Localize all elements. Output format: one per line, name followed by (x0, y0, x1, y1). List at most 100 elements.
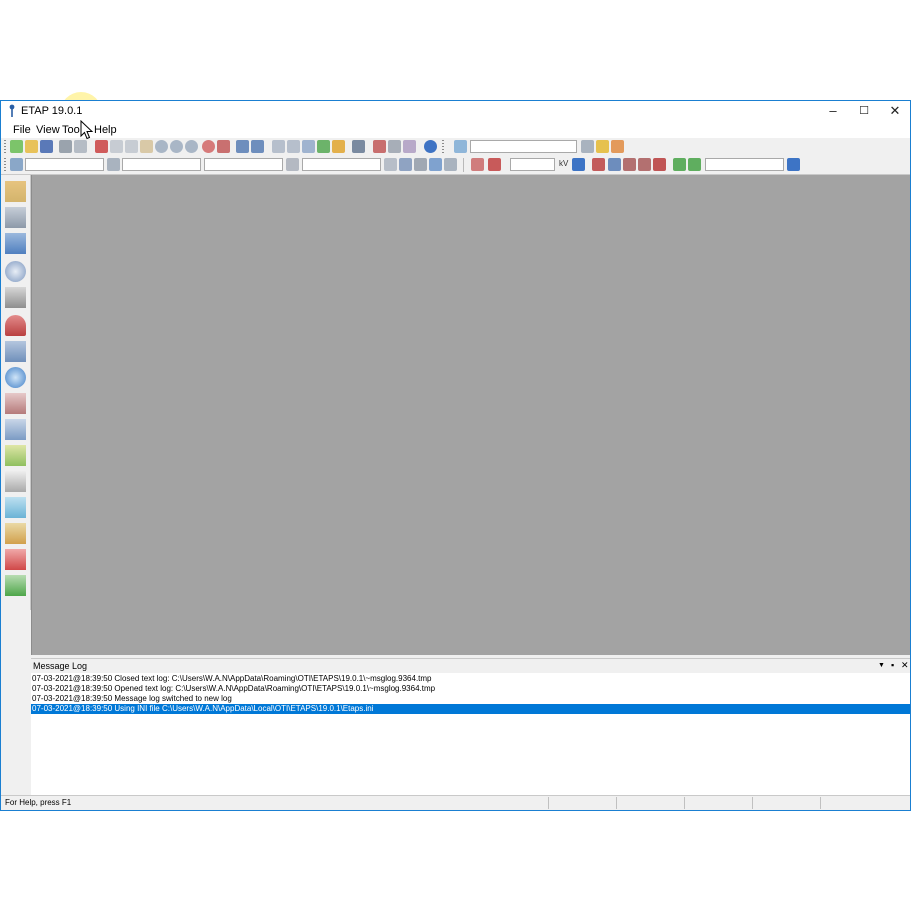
log-line-selected[interactable]: 07-03-2021@18:39:50 Using INI file C:\Us… (31, 704, 910, 714)
zoom-out-icon[interactable] (170, 140, 183, 153)
underground-raceway-icon[interactable] (5, 207, 26, 228)
cable-pulling-icon[interactable] (5, 233, 26, 254)
message-log-title: Message Log (33, 661, 88, 671)
minimize-button[interactable]: – (817, 101, 849, 121)
pin-icon[interactable] (653, 158, 666, 171)
toolbar-grip[interactable] (442, 140, 444, 154)
binoculars-icon[interactable] (403, 140, 416, 153)
green-run-icon[interactable] (673, 158, 686, 171)
link-icon[interactable] (352, 140, 365, 153)
tool-palette (1, 175, 31, 610)
output-report-icon[interactable] (444, 158, 457, 171)
grid-run-2-icon[interactable] (638, 158, 651, 171)
network-icon[interactable] (429, 158, 442, 171)
zoom-window-icon[interactable] (202, 140, 215, 153)
text-box-icon[interactable] (272, 140, 285, 153)
duplicate-icon[interactable] (384, 158, 397, 171)
log-line[interactable]: 07-03-2021@18:39:50 Message log switched… (31, 694, 910, 704)
green-stop-icon[interactable] (688, 158, 701, 171)
menu-file[interactable]: File (13, 124, 31, 136)
copy-presentation-icon[interactable] (107, 158, 120, 171)
message-log-pin-icon[interactable]: ▪ (891, 660, 894, 670)
print-preview-icon[interactable] (74, 140, 87, 153)
undo-icon[interactable] (236, 140, 249, 153)
pdf-export-icon[interactable] (611, 140, 624, 153)
cut-icon[interactable] (95, 140, 108, 153)
cable-system-icon[interactable] (5, 341, 26, 362)
panel-schedule-icon[interactable] (5, 523, 26, 544)
revision-combo[interactable] (204, 158, 283, 171)
status-text: For Help, press F1 (5, 798, 72, 807)
save-icon[interactable] (40, 140, 53, 153)
open-folder-icon[interactable] (25, 140, 38, 153)
table-icon[interactable] (302, 140, 315, 153)
recycle-bin-icon[interactable] (5, 497, 26, 518)
menu-view[interactable]: View (36, 124, 60, 136)
message-log-close-icon[interactable]: ✕ (901, 660, 909, 671)
arc-flash-icon[interactable] (5, 315, 26, 336)
toolbar-combo-box[interactable] (470, 140, 577, 153)
new-project-icon[interactable] (10, 140, 23, 153)
zoom-all-icon[interactable] (217, 140, 230, 153)
bar-chart-icon[interactable] (608, 158, 621, 171)
menu-bar: File View Tools Help (1, 121, 910, 138)
paste-icon[interactable] (125, 140, 138, 153)
log-line[interactable]: 07-03-2021@18:39:50 Closed text log: C:\… (31, 674, 910, 684)
status-bar: For Help, press F1 (1, 795, 910, 810)
library-icon[interactable] (373, 140, 386, 153)
zoom-fit-icon[interactable] (185, 140, 198, 153)
down-arrow-icon[interactable] (572, 158, 585, 171)
bus-icon[interactable] (592, 158, 605, 171)
study-case-combo[interactable] (302, 158, 381, 171)
settings-gear-icon[interactable] (454, 140, 467, 153)
voltage-field[interactable] (510, 158, 555, 171)
project-toolbar: kV (1, 156, 910, 175)
close-button[interactable]: ✕ (879, 101, 910, 121)
dc-system-icon[interactable] (5, 419, 26, 440)
lock-icon[interactable] (332, 140, 345, 153)
window-title: ETAP 19.0.1 (21, 105, 83, 117)
copy-icon[interactable] (110, 140, 123, 153)
presentation-combo[interactable] (25, 158, 104, 171)
eraser-icon[interactable] (488, 158, 501, 171)
control-system-icon[interactable] (5, 287, 26, 308)
one-line-view-icon[interactable] (5, 181, 26, 202)
ground-switch-icon[interactable] (5, 549, 26, 570)
log-line[interactable]: 07-03-2021@18:39:50 Opened text log: C:\… (31, 684, 910, 694)
grid-run-icon[interactable] (623, 158, 636, 171)
toolbar-grip[interactable] (4, 158, 6, 172)
message-log-header: Message Log ▼ ▪ ✕ (31, 658, 910, 673)
star-protection-icon[interactable] (5, 393, 26, 414)
menu-help[interactable]: Help (94, 124, 117, 136)
toolbar-grip[interactable] (4, 140, 6, 154)
check-continuity-icon[interactable] (317, 140, 330, 153)
message-log-panel: Message Log ▼ ▪ ✕ 07-03-2021@18:39:50 Cl… (31, 658, 910, 795)
display-options-icon[interactable] (414, 158, 427, 171)
configuration-combo[interactable] (122, 158, 201, 171)
user-defined-model-icon[interactable] (5, 471, 26, 492)
cloud-icon[interactable] (399, 158, 412, 171)
output-combo[interactable] (705, 158, 784, 171)
standard-toolbar (1, 138, 910, 156)
ground-grid-icon[interactable] (5, 261, 26, 282)
mouse-cursor-icon (80, 120, 94, 140)
download-arrow-icon[interactable] (787, 158, 800, 171)
snowflake-icon[interactable] (10, 158, 23, 171)
alert-view-icon[interactable] (471, 158, 484, 171)
print-icon[interactable] (59, 140, 72, 153)
geo-view-icon[interactable] (5, 367, 26, 388)
message-log-dropdown-icon[interactable]: ▼ (878, 662, 885, 669)
show-grid-icon[interactable] (287, 140, 300, 153)
help-icon[interactable] (424, 140, 437, 153)
relay-coordination-icon[interactable] (5, 575, 26, 596)
notes-icon[interactable] (596, 140, 609, 153)
maximize-button[interactable]: ☐ (848, 101, 880, 121)
compare-icon[interactable] (286, 158, 299, 171)
report-icon[interactable] (388, 140, 401, 153)
redo-icon[interactable] (251, 140, 264, 153)
pan-hand-icon[interactable] (140, 140, 153, 153)
zoom-in-icon[interactable] (155, 140, 168, 153)
comment-icon[interactable] (581, 140, 594, 153)
scenario-wizard-icon[interactable] (5, 445, 26, 466)
one-line-diagram-canvas[interactable] (31, 175, 910, 655)
